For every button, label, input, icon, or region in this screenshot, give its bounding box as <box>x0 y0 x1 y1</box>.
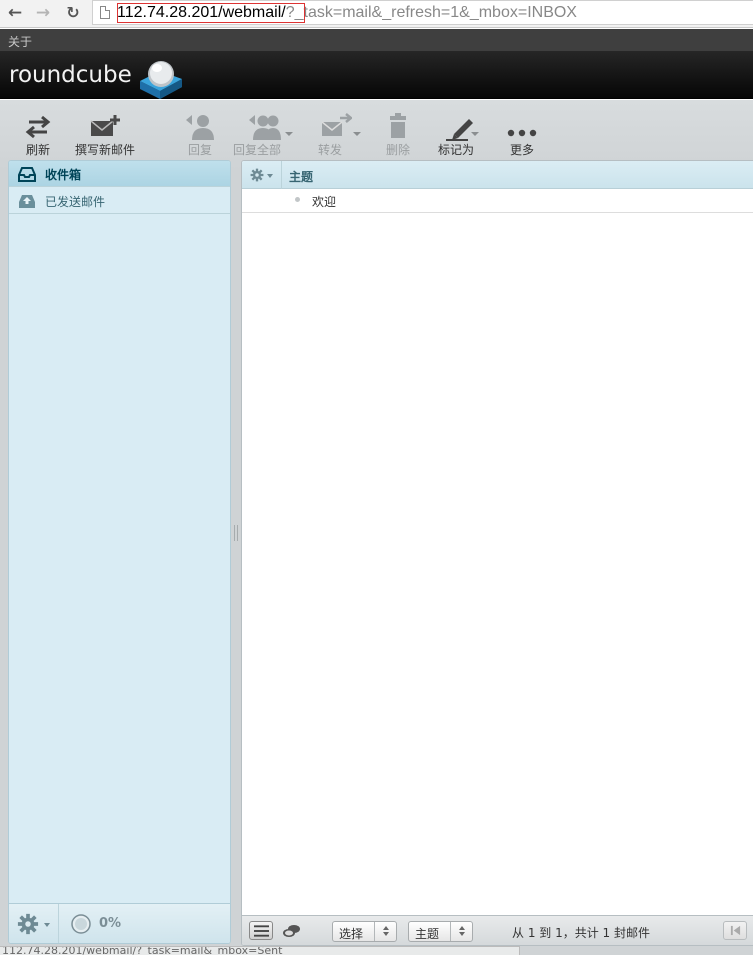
mark-pen-icon <box>446 119 473 141</box>
folder-item-sent[interactable]: 已发送邮件 <box>9 188 230 214</box>
page-icon <box>100 6 110 19</box>
quota-text: 0% <box>99 916 122 931</box>
about-link[interactable]: 关于 <box>8 33 32 50</box>
delete-label: 删除 <box>385 143 410 157</box>
select-dropdown[interactable]: 选择 <box>332 921 397 942</box>
panel-splitter[interactable] <box>234 525 238 541</box>
compose-button[interactable]: 撰写新邮件 <box>70 110 140 157</box>
forward-arrow-icon[interactable]: → <box>32 2 54 24</box>
url-text[interactable]: 112.74.28.201/webmail/?_task=mail&_refre… <box>117 3 577 23</box>
folder-footer: 0% <box>9 903 230 943</box>
message-list: 主题 欢迎 选择 主题 从 1 到 1，共计 1 封邮件 <box>241 160 753 946</box>
main-screen: 刷新 撰写新邮件 回复 回复全部 转发 删除 标记为 更多 收件箱 已发送邮件 … <box>0 100 753 955</box>
folder-list: 收件箱 已发送邮件 0% <box>8 160 231 944</box>
trash-icon <box>390 113 406 138</box>
chevron-down-icon <box>44 923 50 927</box>
reply-all-dropdown-icon[interactable] <box>285 132 293 136</box>
reply-all-button[interactable]: 回复全部 <box>233 110 295 157</box>
top-line: 关于 <box>0 29 753 51</box>
first-page-button[interactable] <box>723 921 747 940</box>
thread-view-icon[interactable] <box>282 922 302 940</box>
address-bar[interactable]: 112.74.28.201/webmail/?_task=mail&_refre… <box>92 0 753 25</box>
folder-name: 已发送邮件 <box>45 195 106 209</box>
folder-item-inbox[interactable]: 收件箱 <box>9 161 230 187</box>
mark-label: 标记为 <box>437 143 474 157</box>
updown-arrows-icon <box>374 922 396 941</box>
gear-icon <box>250 168 264 182</box>
refresh-button[interactable]: 刷新 <box>18 110 58 157</box>
message-count: 从 1 到 1，共计 1 封邮件 <box>512 926 650 940</box>
reply-button[interactable]: 回复 <box>180 110 220 157</box>
reply-all-people-icon <box>249 115 281 140</box>
reply-all-label: 回复全部 <box>232 143 281 157</box>
list-header: 主题 <box>242 161 753 189</box>
list-footer: 选择 主题 从 1 到 1，共计 1 封邮件 <box>242 915 753 945</box>
folder-settings-button[interactable] <box>9 904 59 943</box>
forward-button[interactable]: 转发 <box>312 110 361 157</box>
status-bar: 112.74.28.201/webmail/?_task=mail&_mbox=… <box>0 946 520 955</box>
reply-person-icon <box>186 115 214 140</box>
refresh-label: 刷新 <box>25 143 50 157</box>
message-subject[interactable]: 欢迎 <box>312 193 336 210</box>
list-view-button[interactable] <box>249 921 273 940</box>
compose-mail-icon <box>90 115 120 136</box>
forward-dropdown-icon[interactable] <box>353 132 361 136</box>
logo-text[interactable]: roundcube <box>9 62 132 88</box>
forward-label: 转发 <box>317 143 342 157</box>
forward-mail-icon <box>321 113 352 136</box>
more-dots-icon <box>507 129 537 137</box>
list-icon <box>254 925 269 937</box>
quota-pie-icon <box>71 914 91 934</box>
url-query: ?_task=mail&_refresh=1&_mbox=INBOX <box>285 4 577 21</box>
header: roundcube <box>0 51 753 99</box>
sent-box-icon <box>19 195 35 208</box>
first-page-icon <box>730 925 741 936</box>
updown-arrows-icon <box>450 922 472 941</box>
unread-status-icon[interactable] <box>295 197 300 202</box>
subject-column-header[interactable]: 主题 <box>289 168 313 185</box>
mail-toolbar: 刷新 撰写新邮件 回复 回复全部 转发 删除 标记为 更多 <box>0 110 753 157</box>
select-label: 选择 <box>339 927 364 941</box>
more-label: 更多 <box>509 143 534 157</box>
url-host: 112.74.28.201/webmail/ <box>117 4 286 21</box>
delete-button[interactable]: 删除 <box>378 110 418 157</box>
threads-dropdown[interactable]: 主题 <box>408 921 473 942</box>
threads-label: 主题 <box>415 927 440 941</box>
gear-icon <box>17 913 39 935</box>
browser-toolbar: ← → ↻ 112.74.28.201/webmail/?_task=mail&… <box>0 0 753 28</box>
message-row[interactable]: 欢迎 <box>242 189 753 213</box>
reload-icon[interactable]: ↻ <box>62 2 84 24</box>
folder-name: 收件箱 <box>45 168 82 182</box>
more-button[interactable]: 更多 <box>502 110 542 157</box>
back-arrow-icon[interactable]: ← <box>4 2 26 24</box>
roundcube-logo-icon[interactable] <box>136 55 186 99</box>
chevron-down-icon <box>267 174 273 178</box>
list-options-button[interactable] <box>242 161 282 189</box>
status-url: 112.74.28.201/webmail/?_task=mail&_mbox=… <box>2 946 283 955</box>
mark-dropdown-icon[interactable] <box>471 132 479 136</box>
mark-button[interactable]: 标记为 <box>436 110 484 157</box>
inbox-icon <box>18 167 36 182</box>
refresh-arrows-icon <box>25 115 51 139</box>
compose-label: 撰写新邮件 <box>74 143 135 157</box>
reply-label: 回复 <box>187 143 212 157</box>
